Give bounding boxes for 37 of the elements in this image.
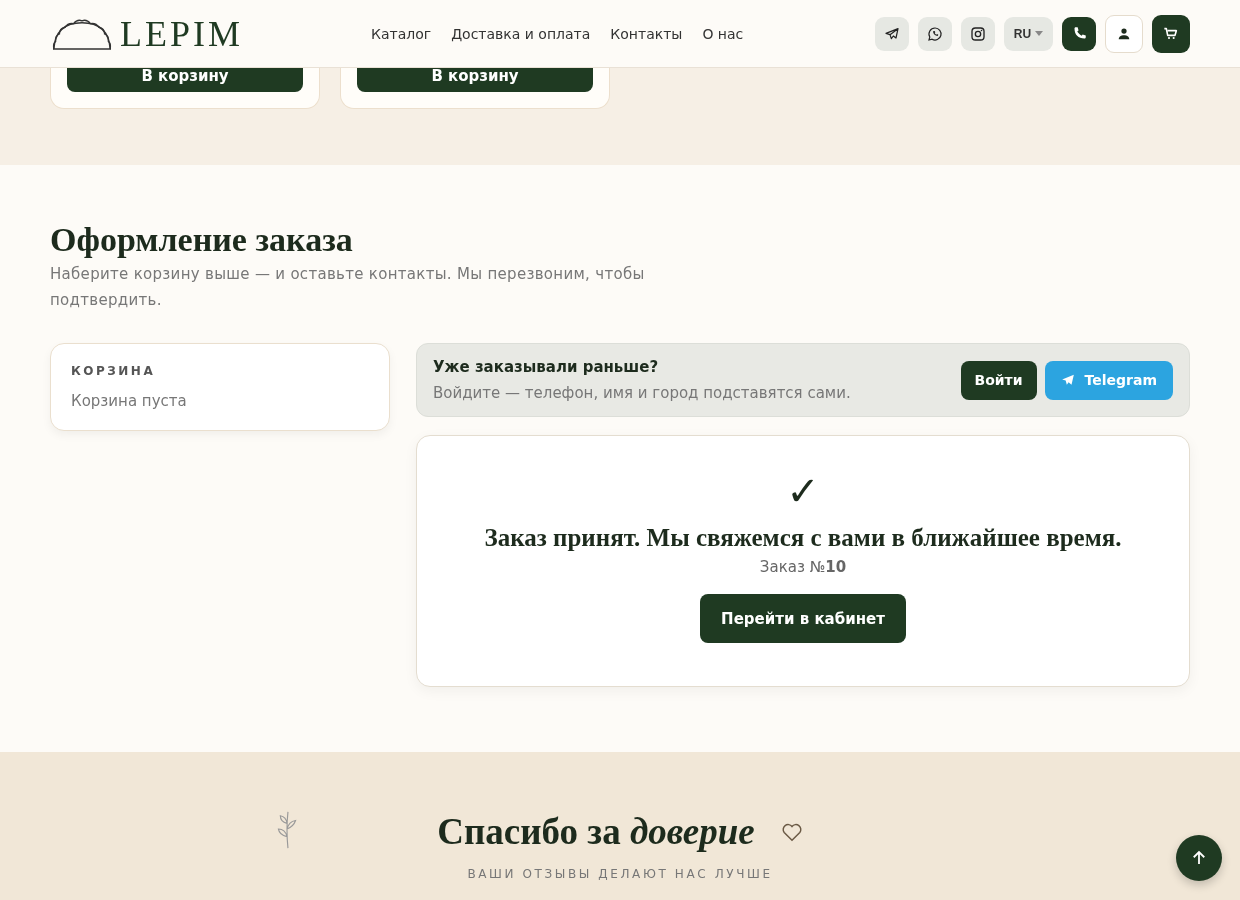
login-hint: Войдите — телефон, имя и город подставятся сами. xyxy=(433,384,852,402)
instagram-button[interactable] xyxy=(961,16,995,51)
section-subtitle: Наберите корзину выше — и оставьте контакты. Мы перезвоним, чтобы подтвердить. xyxy=(50,264,646,311)
cart-icon xyxy=(1163,25,1179,42)
telegram-button[interactable] xyxy=(875,16,909,51)
cart-button[interactable] xyxy=(1152,14,1190,53)
person-icon xyxy=(1117,26,1131,41)
success-message: Заказ принят. Мы свяжемся с вами в ближайшее время. xyxy=(484,524,1122,552)
nav-link[interactable]: Доставка и оплата xyxy=(451,25,591,42)
check-mark: ✓ xyxy=(786,467,820,516)
logo-text[interactable]: LEPIM xyxy=(120,12,243,55)
account-button[interactable]: Перейти в кабинет xyxy=(700,594,906,643)
reviews-title: Спасибо за доверие xyxy=(437,810,755,853)
camera-icon xyxy=(970,25,986,42)
section-title: Оформление заказа xyxy=(50,221,354,259)
nav-link[interactable]: Контакты xyxy=(610,25,683,42)
phone-button[interactable] xyxy=(1062,16,1096,51)
language-selector[interactable]: RU xyxy=(1004,16,1053,51)
nav-link[interactable]: О нас xyxy=(702,25,744,42)
chat-bubble-icon xyxy=(927,25,943,42)
account-button[interactable] xyxy=(1105,14,1143,53)
arrow-up-icon xyxy=(1190,849,1208,867)
scroll-to-top-button[interactable] xyxy=(1176,835,1222,881)
paper-plane-icon xyxy=(884,25,900,42)
whatsapp-button[interactable] xyxy=(918,16,952,51)
empty-cart-text: Корзина пуста xyxy=(71,392,188,410)
caret-icon xyxy=(1035,31,1044,36)
sprig-icon xyxy=(276,810,298,850)
add-to-cart-button[interactable]: В корзину xyxy=(357,68,593,92)
order-number: Заказ №10 xyxy=(759,558,847,576)
login-title: Уже заказывали раньше? xyxy=(433,358,660,376)
add-to-cart-button[interactable]: В корзину xyxy=(67,68,303,92)
paper-plane-icon xyxy=(1060,373,1075,387)
cart-title: КОРЗИНА xyxy=(71,364,157,378)
nav-link[interactable]: Каталог xyxy=(371,25,432,42)
reviews-subtitle: ВАШИ ОТЗЫВЫ ДЕЛАЮТ НАС ЛУЧШЕ xyxy=(467,867,773,881)
login-button[interactable]: Войти xyxy=(960,360,1037,400)
